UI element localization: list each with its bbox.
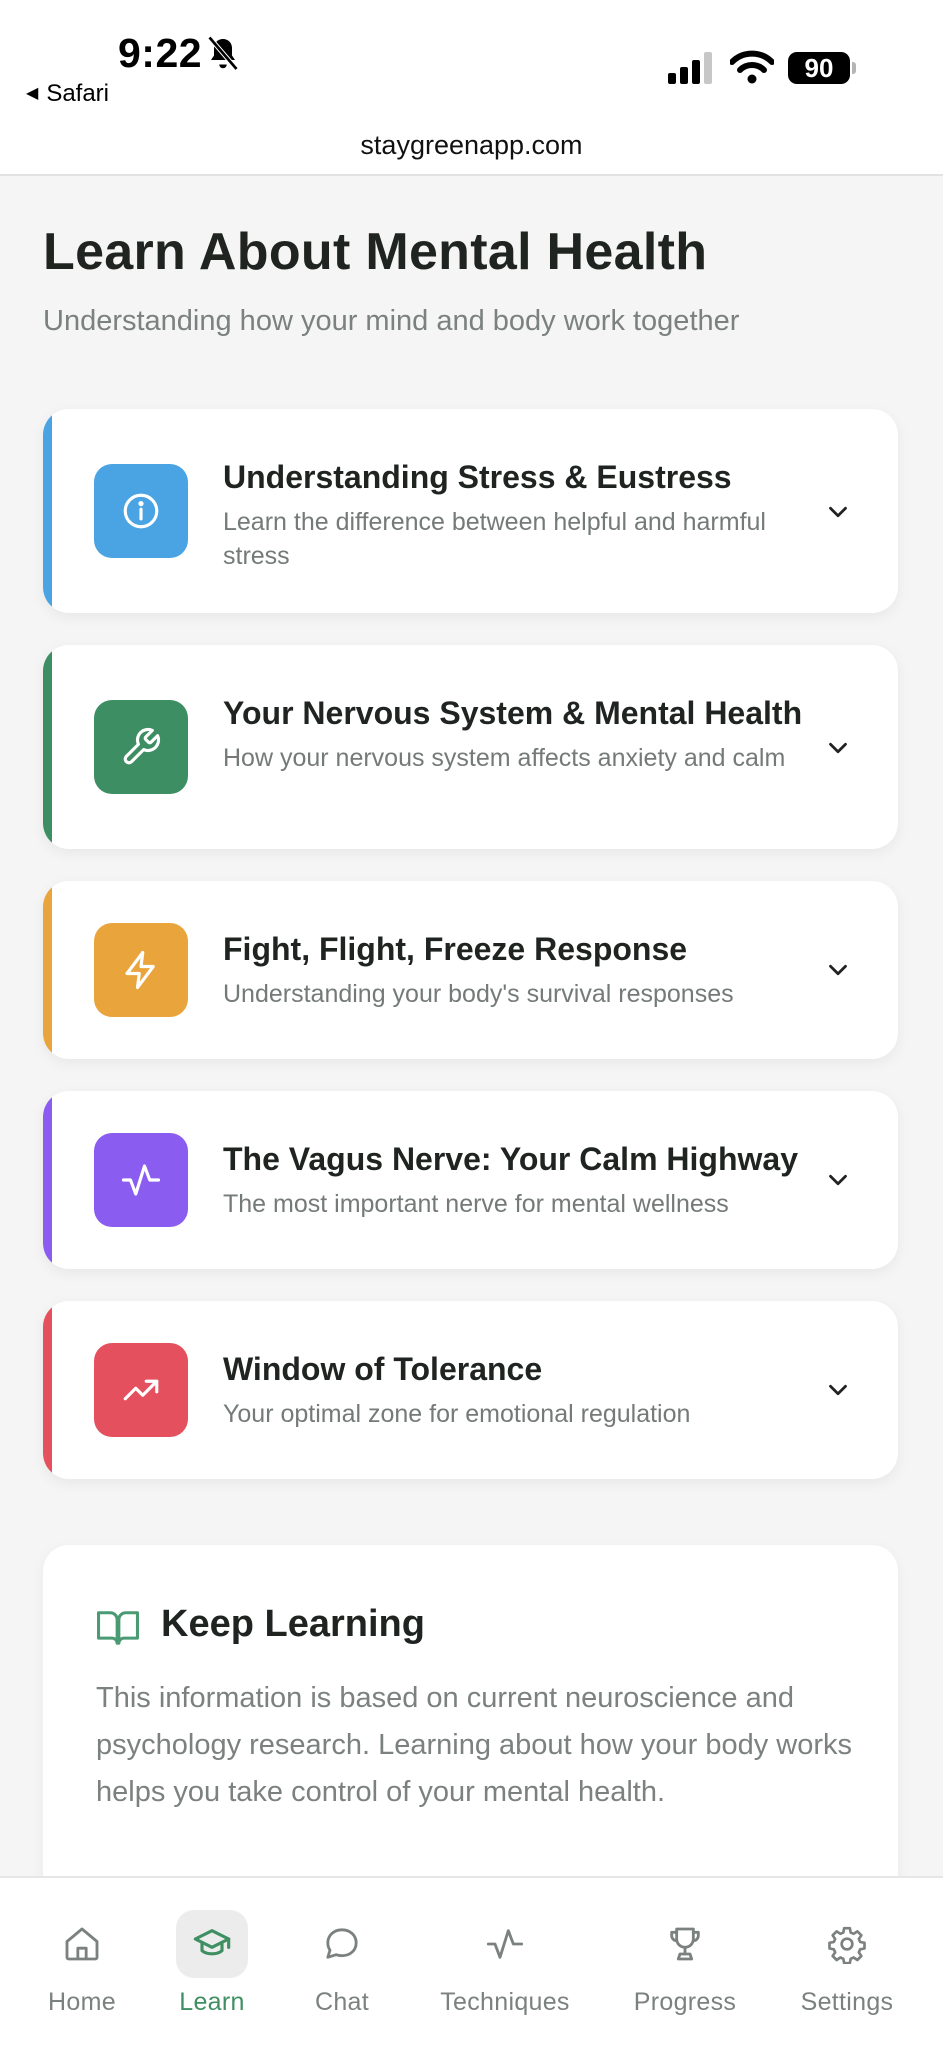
page-title: Learn About Mental Health: [43, 223, 708, 281]
nav-item-settings[interactable]: Settings: [782, 1878, 912, 2048]
nav-item-learn[interactable]: Learn: [152, 1878, 272, 2048]
topic-title: The Vagus Nerve: Your Calm Highway: [223, 1141, 798, 1177]
card-accent-bar: [43, 1091, 52, 1269]
trending-up-icon: [123, 1379, 159, 1401]
status-bar: 9:22 ◀ Safari 90 staygreenapp.com: [0, 0, 943, 176]
nav-label: Learn: [179, 1988, 245, 2016]
topic-card-fight-flight-freeze[interactable]: Fight, Flight, Freeze Response Understan…: [43, 881, 898, 1059]
home-icon: [65, 1927, 99, 1961]
nav-icon-container: [306, 1910, 378, 1978]
chevron-down-icon[interactable]: [823, 497, 853, 527]
nav-item-chat[interactable]: Chat: [282, 1878, 402, 2048]
chevron-down-icon[interactable]: [823, 955, 853, 985]
nav-label: Progress: [633, 1988, 737, 2016]
nav-item-techniques[interactable]: Techniques: [425, 1878, 585, 2048]
card-accent-bar: [43, 1301, 52, 1479]
nav-icon-container: [46, 1910, 118, 1978]
topic-title: Window of Tolerance: [223, 1351, 543, 1387]
wifi-icon: [730, 50, 774, 84]
topic-card-window-of-tolerance[interactable]: Window of Tolerance Your optimal zone fo…: [43, 1301, 898, 1479]
gear-icon: [828, 1926, 866, 1964]
nav-label: Chat: [314, 1988, 369, 2016]
bottom-navigation: Home Learn Chat Techniques Progress Sett…: [0, 1876, 943, 2048]
book-icon: [97, 1611, 139, 1645]
lightning-icon: [125, 950, 155, 990]
topic-card-vagus-nerve[interactable]: The Vagus Nerve: Your Calm Highway The m…: [43, 1091, 898, 1269]
topic-description: Learn the difference between helpful and…: [223, 508, 766, 570]
topic-title: Your Nervous System & Mental Health: [223, 695, 803, 731]
topic-description: Understanding your body's survival respo…: [223, 980, 734, 1008]
battery-level: 90: [788, 52, 850, 84]
nav-label: Techniques: [440, 1988, 570, 2016]
topic-title: Fight, Flight, Freeze Response: [223, 931, 688, 967]
page-subtitle: Understanding how your mind and body wor…: [43, 305, 740, 337]
trophy-icon: [670, 1927, 700, 1961]
bell-muted-icon: [207, 35, 239, 71]
cellular-signal-icon: [668, 52, 712, 84]
card-accent-bar: [43, 409, 52, 613]
keep-learning-text: This information is based on current neu…: [96, 1682, 853, 1808]
nav-item-home[interactable]: Home: [22, 1878, 142, 2048]
pulse-icon: [121, 1164, 161, 1196]
chevron-down-icon[interactable]: [823, 733, 853, 763]
chevron-down-icon[interactable]: [823, 1375, 853, 1405]
chevron-down-icon[interactable]: [823, 1165, 853, 1195]
wrench-icon: [123, 727, 161, 765]
topic-icon-tile: [94, 1133, 188, 1227]
graduation-cap-icon: [193, 1929, 231, 1956]
nav-label: Settings: [800, 1988, 894, 2016]
topic-icon-tile: [94, 1343, 188, 1437]
nav-icon-container: [176, 1910, 248, 1978]
topic-title: Understanding Stress & Eustress: [223, 459, 732, 495]
topic-icon-tile: [94, 464, 188, 558]
chat-bubble-icon: [326, 1928, 358, 1959]
back-app-label: Safari: [46, 80, 110, 107]
pulse-icon: [486, 1929, 524, 1959]
back-to-safari-link[interactable]: ◀ Safari: [26, 80, 109, 108]
keep-learning-title: Keep Learning: [161, 1603, 425, 1645]
address-bar-url[interactable]: staygreenapp.com: [0, 130, 943, 161]
nav-icon-container: [469, 1910, 541, 1978]
topic-icon-tile: [94, 700, 188, 794]
back-triangle-icon: ◀: [26, 85, 39, 102]
battery-nub: [852, 62, 856, 74]
nav-item-progress[interactable]: Progress: [615, 1878, 755, 2048]
card-accent-bar: [43, 645, 52, 849]
info-icon: [123, 493, 159, 529]
topic-description: How your nervous system affects anxiety …: [223, 744, 786, 772]
topic-description: Your optimal zone for emotional regulati…: [223, 1400, 691, 1428]
keep-learning-card: Keep Learning This information is based …: [43, 1545, 898, 1905]
topic-card-nervous-system[interactable]: Your Nervous System & Mental Health How …: [43, 645, 898, 849]
topic-description: The most important nerve for mental well…: [223, 1190, 729, 1218]
topic-icon-tile: [94, 923, 188, 1017]
status-time: 9:22: [118, 30, 203, 76]
nav-icon-container: [811, 1910, 883, 1978]
nav-icon-container: [649, 1910, 721, 1978]
topic-card-stress-eustress[interactable]: Understanding Stress & Eustress Learn th…: [43, 409, 898, 613]
card-accent-bar: [43, 881, 52, 1059]
nav-label: Home: [48, 1988, 116, 2016]
